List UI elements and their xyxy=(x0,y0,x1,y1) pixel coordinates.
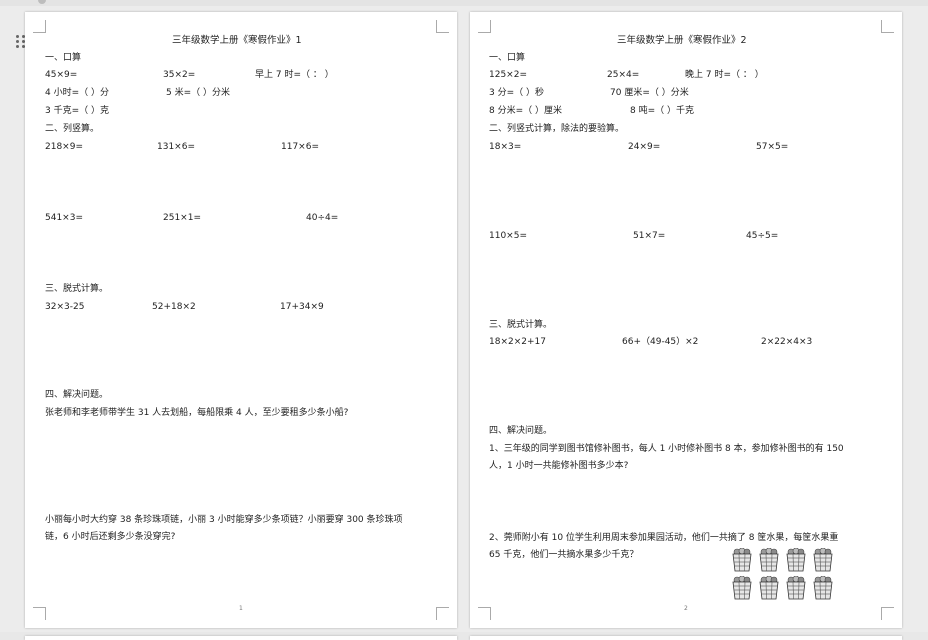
problem-text: 51×7= xyxy=(633,231,666,241)
page-number: 2 xyxy=(684,605,688,612)
problem-text: 早上 7 时=（ ： ） xyxy=(255,70,334,80)
problem-text: 18×3= xyxy=(489,142,522,152)
margin-corner-mark xyxy=(436,20,449,33)
margin-corner-mark xyxy=(436,607,449,620)
problem-text: 18×2×2+17 xyxy=(489,337,546,347)
problem-text: 52+18×2 xyxy=(152,302,196,312)
problem-text: 65 千克，他们一共摘水果多少千克？ xyxy=(489,550,639,560)
fruit-basket-icon xyxy=(732,575,752,600)
problem-text: 70 厘米=（ ）分米 xyxy=(610,88,689,98)
problem-text: 57×5= xyxy=(756,142,789,152)
problem-text: 2×22×4×3 xyxy=(761,337,813,347)
problem-text: 17+34×9 xyxy=(280,302,324,312)
section-heading: 三、脱式计算。 xyxy=(489,320,553,330)
problem-text: 8 分米=（ ）厘米 xyxy=(489,106,562,116)
margin-corner-mark xyxy=(33,607,46,620)
problem-text: 541×3= xyxy=(45,213,83,223)
fruit-basket-icon xyxy=(786,547,806,572)
section-heading: 四、解决问题。 xyxy=(489,426,553,436)
problem-text: 4 小时=（ ）分 xyxy=(45,88,109,98)
problem-text: 2、莞师附小有 10 位学生利用周末参加果园活动，他们一共摘了 8 筐水果，每筐… xyxy=(489,533,839,543)
section-heading: 一、口算 xyxy=(45,53,82,63)
problem-text: 张老师和李老师带学生 31 人去划船，每船限乘 4 人，至少要租多少条小船? xyxy=(45,408,349,418)
problem-text: 110×5= xyxy=(489,231,527,241)
page-title: 三年级数学上册《寒假作业》2 xyxy=(617,35,747,46)
problem-text: 45÷5= xyxy=(746,231,779,241)
problem-text: 1、三年级的同学到图书馆修补图书，每人 1 小时修补图书 8 本，参加修补图书的… xyxy=(489,444,844,454)
problem-text: 125×2= xyxy=(489,70,527,80)
problem-text: 117×6= xyxy=(281,142,319,152)
page-title: 三年级数学上册《寒假作业》1 xyxy=(172,35,302,46)
problem-text: 3 千克=（ ）克 xyxy=(45,106,109,116)
problem-text: 66+（49-45）×2 xyxy=(622,337,699,347)
margin-corner-mark xyxy=(881,607,894,620)
margin-corner-mark xyxy=(33,20,46,33)
fruit-basket-icon xyxy=(732,547,752,572)
page-number: 1 xyxy=(239,605,243,612)
fruit-basket-icon xyxy=(759,547,779,572)
fruit-basket-icon xyxy=(759,575,779,600)
problem-text: 8 吨=（ ）千克 xyxy=(630,106,694,116)
problem-text: 25×4= xyxy=(607,70,640,80)
problem-text: 人，1 小时一共能修补图书多少本? xyxy=(489,461,629,471)
fruit-basket-icon xyxy=(813,575,833,600)
next-page-edge xyxy=(25,636,457,640)
section-heading: 二、列竖算。 xyxy=(45,124,100,134)
problem-text: 小丽每小时大约穿 38 条珍珠项链，小丽 3 小时能穿多少条项链？小丽要穿 30… xyxy=(45,515,403,525)
problem-text: 24×9= xyxy=(628,142,661,152)
section-heading: 四、解决问题。 xyxy=(45,390,109,400)
fruit-basket-icon xyxy=(813,547,833,572)
problem-text: 35×2= xyxy=(163,70,196,80)
problem-text: 5 米=（ ）分米 xyxy=(166,88,230,98)
problem-text: 218×9= xyxy=(45,142,83,152)
problem-text: 45×9= xyxy=(45,70,78,80)
margin-corner-mark xyxy=(478,607,491,620)
previous-page-edge xyxy=(0,0,928,6)
section-heading: 一、口算 xyxy=(489,53,526,63)
problem-text: 3 分=（ ）秒 xyxy=(489,88,544,98)
problem-text: 251×1= xyxy=(163,213,201,223)
next-page-edge xyxy=(470,636,902,640)
document-page-2: 三年级数学上册《寒假作业》2 一、口算 125×2= 25×4= 晚上 7 时=… xyxy=(470,12,902,628)
problem-text: 131×6= xyxy=(157,142,195,152)
section-heading: 三、脱式计算。 xyxy=(45,284,109,294)
margin-corner-mark xyxy=(881,20,894,33)
fruit-basket-icon xyxy=(786,575,806,600)
problem-text: 32×3-25 xyxy=(45,302,85,312)
problem-text: 链，6 小时后还剩多少条没穿完? xyxy=(45,532,176,542)
problem-text: 晚上 7 时=（ ： ） xyxy=(685,70,764,80)
problem-text: 40÷4= xyxy=(306,213,339,223)
section-heading: 二、列竖式计算，除法的要验算。 xyxy=(489,124,625,134)
document-page-1: 三年级数学上册《寒假作业》1 一、口算 45×9= 35×2= 早上 7 时=（… xyxy=(25,12,457,628)
margin-corner-mark xyxy=(478,20,491,33)
